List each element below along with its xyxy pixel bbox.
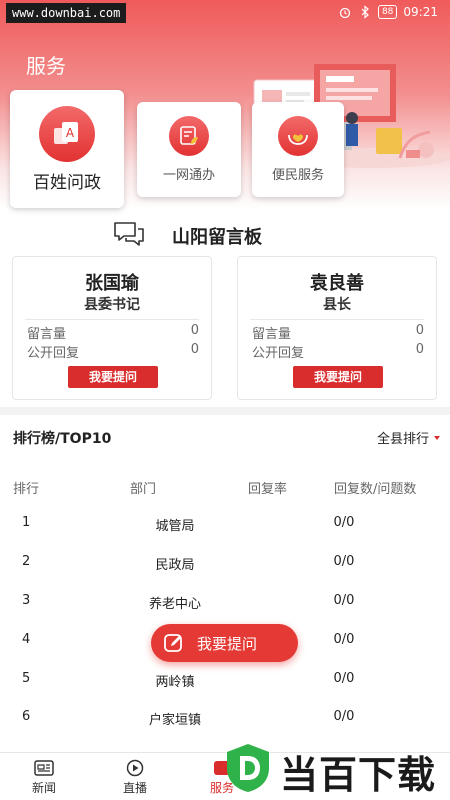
stat-value: 0: [190, 323, 199, 338]
department-name: 户家垣镇: [148, 713, 201, 728]
filter-label: 全县排行: [376, 432, 429, 447]
service-card-one-stop[interactable]: 一网通办: [137, 102, 241, 197]
edit-icon: [164, 634, 182, 652]
play-icon: [126, 759, 144, 777]
message-count-row: 留言量 0: [252, 323, 424, 342]
bluetooth-icon: [361, 5, 369, 19]
service-label: 便民服务: [271, 168, 324, 183]
department-name: 城管局: [155, 519, 195, 534]
downbai-shield-logo: [227, 744, 269, 792]
message-count-row: 留言量 0: [27, 323, 199, 342]
stat-value: 0: [415, 342, 424, 357]
divider: [250, 319, 424, 320]
ask-document-icon: A: [39, 106, 95, 162]
department-name: 民政局: [155, 558, 195, 573]
leader-name: 袁良善: [310, 273, 364, 294]
column-header-reply-count: 回复数/问题数: [334, 482, 417, 497]
ask-question-fab[interactable]: 我要提问: [151, 624, 298, 662]
column-header-department: 部门: [130, 482, 157, 497]
leader-role: 县长: [323, 297, 351, 313]
reply-ratio: 0/0: [333, 515, 355, 530]
stat-label: 公开回复: [27, 346, 80, 361]
newspaper-icon: [34, 760, 54, 776]
rank-number: 3: [22, 593, 31, 608]
rank-number: 5: [22, 671, 31, 686]
ranking-title: 排行榜/TOP10: [13, 431, 112, 447]
department-name: 两岭镇: [155, 675, 195, 690]
leader-role: 县委书记: [84, 297, 140, 313]
svg-text:A: A: [66, 126, 75, 140]
status-icons: 88 09:21: [338, 5, 438, 19]
message-board-header: 山阳留言板: [0, 220, 450, 248]
rank-number: 6: [22, 709, 31, 724]
stat-label: 留言量: [27, 327, 67, 342]
reply-ratio: 0/0: [333, 709, 355, 724]
site-watermark: www.downbai.com: [6, 3, 127, 23]
form-leaf-icon: [169, 116, 209, 156]
tab-label: 直播: [122, 781, 147, 795]
column-header-rank: 排行: [13, 482, 40, 497]
service-card-ask[interactable]: A 百姓问政: [10, 90, 124, 208]
rank-number: 1: [22, 515, 31, 530]
status-bar: www.downbai.com 88 09:21: [0, 0, 450, 28]
stat-label: 留言量: [252, 327, 292, 342]
service-card-convenience[interactable]: 便民服务: [252, 102, 344, 197]
rank-number: 2: [22, 554, 31, 569]
reply-ratio: 0/0: [333, 554, 355, 569]
reply-count-row: 公开回复 0: [252, 342, 424, 361]
message-board-title: 山阳留言板: [172, 227, 262, 248]
tab-live[interactable]: 直播: [105, 759, 165, 796]
service-label: 百姓问政: [33, 173, 101, 193]
stat-value: 0: [190, 342, 199, 357]
ask-question-button[interactable]: 我要提问: [293, 366, 383, 388]
caret-down-icon: [434, 435, 440, 440]
chat-bubbles-icon: [114, 222, 144, 246]
section-divider: [0, 407, 450, 415]
stat-label: 公开回复: [252, 346, 305, 361]
battery-icon: 88: [377, 5, 398, 19]
reply-count-row: 公开回复 0: [27, 342, 199, 361]
service-label: 一网通办: [162, 168, 215, 183]
stat-value: 0: [415, 323, 424, 338]
department-name: 养老中心: [148, 597, 201, 612]
leader-name: 张国瑜: [85, 273, 139, 294]
divider: [25, 319, 199, 320]
leader-card[interactable]: 袁良善 县长 留言量 0 公开回复 0 我要提问: [237, 256, 437, 400]
reply-ratio: 0/0: [333, 632, 355, 647]
rank-number: 4: [22, 632, 31, 647]
column-header-reply-rate: 回复率: [248, 482, 288, 497]
leader-card[interactable]: 张国瑜 县委书记 留言量 0 公开回复 0 我要提问: [12, 256, 212, 400]
fab-label: 我要提问: [197, 635, 258, 653]
downbai-logo-text: 当百下载: [280, 753, 437, 797]
reply-ratio: 0/0: [333, 671, 355, 686]
heart-hands-icon: [278, 116, 318, 156]
tab-label: 新闻: [31, 781, 56, 795]
reply-ratio: 0/0: [333, 593, 355, 608]
alarm-icon: [339, 7, 351, 19]
ask-question-button[interactable]: 我要提问: [68, 366, 158, 388]
ranking-filter-dropdown[interactable]: 全县排行: [377, 428, 440, 447]
status-time: 09:21: [403, 5, 438, 19]
downbai-logo-watermark: 当百下载: [222, 740, 448, 798]
tab-news[interactable]: 新闻: [14, 759, 74, 796]
page-title: 服务: [26, 54, 66, 78]
